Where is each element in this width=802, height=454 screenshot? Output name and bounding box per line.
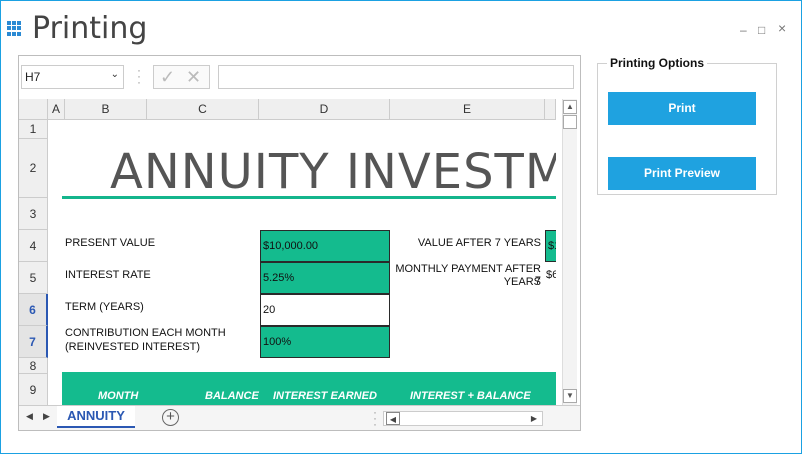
title-underline (62, 196, 556, 199)
col-header-d[interactable]: D (259, 99, 390, 120)
present-value-label: PRESENT VALUE (65, 237, 156, 249)
row-header-2[interactable]: 2 (19, 139, 48, 198)
monthly-payment-cell[interactable]: $6 (546, 269, 556, 281)
contribution-label-line2: (REINVESTED INTEREST) (65, 341, 201, 353)
sheet-title: ANNUITY INVESTMENT (110, 144, 556, 200)
row-header-7[interactable]: 7 (19, 326, 48, 358)
cancel-x-icon[interactable]: ✕ (186, 67, 201, 88)
col-header-e[interactable]: E (390, 99, 545, 120)
monthly-payment-label-line2: YEARS (503, 276, 541, 288)
toolbar-separator: · · · (137, 63, 141, 89)
row-header-3[interactable]: 3 (19, 198, 48, 230)
print-preview-button[interactable]: Print Preview (608, 157, 756, 190)
scroll-up-icon[interactable]: ▲ (563, 100, 577, 114)
row-header-1[interactable]: 1 (19, 120, 48, 139)
print-button[interactable]: Print (608, 92, 756, 125)
tab-next-icon[interactable]: ▶ (43, 411, 50, 422)
tab-splitter[interactable]: · · · (373, 406, 377, 430)
value-after-label: VALUE AFTER 7 YEARS (417, 237, 541, 249)
add-sheet-icon[interactable]: + (162, 409, 179, 426)
col-month-header: MONTH (98, 390, 139, 402)
row-header-8[interactable]: 8 (19, 358, 48, 374)
col-interest-balance-header: INTEREST + BALANCE (410, 390, 531, 402)
name-box-value: H7 (25, 70, 41, 84)
vertical-scrollbar[interactable]: ▲ ▼ (562, 99, 577, 405)
col-header-c[interactable]: C (147, 99, 259, 120)
formula-input[interactable] (218, 65, 574, 89)
col-header-f[interactable] (545, 99, 556, 120)
scroll-down-icon[interactable]: ▼ (563, 389, 577, 403)
confirm-check-icon[interactable]: ✓ (160, 67, 175, 88)
col-balance-header: BALANCE (205, 390, 259, 402)
row-header-5[interactable]: 5 (19, 262, 48, 294)
contribution-label-line1: CONTRIBUTION EACH MONTH (65, 327, 226, 339)
sheet-tab-bar: ◀ ▶ ANNUITY + · · · ◀ ▶ (19, 405, 580, 430)
row-header-6[interactable]: 6 (19, 294, 48, 326)
scroll-thumb[interactable] (563, 115, 577, 129)
term-label: TERM (YEARS) (65, 301, 144, 313)
col-header-b[interactable]: B (65, 99, 147, 120)
close-icon[interactable]: × (778, 20, 786, 36)
window-title: Printing (32, 11, 148, 46)
row-header-4[interactable]: 4 (19, 230, 48, 262)
col-interest-earned-header: INTEREST EARNED (273, 390, 377, 402)
tab-prev-icon[interactable]: ◀ (26, 411, 33, 422)
cell-grid[interactable]: ANNUITY INVESTMENT PRESENT VALUE $10,000… (48, 120, 556, 406)
term-cell[interactable]: 20 (260, 294, 390, 326)
contribution-cell[interactable]: 100% (260, 326, 390, 358)
col-header-a[interactable]: A (48, 99, 65, 120)
table-header-row: MONTH BALANCE INTEREST EARNED INTEREST +… (62, 372, 556, 406)
app-grid-icon (7, 21, 22, 36)
scroll-right-icon[interactable]: ▶ (527, 412, 541, 425)
select-all-corner[interactable] (19, 99, 48, 120)
interest-rate-cell[interactable]: 5.25% (260, 262, 390, 294)
minimize-icon[interactable]: – (740, 23, 747, 37)
printing-options-title: Printing Options (607, 56, 707, 70)
chevron-down-icon[interactable]: ⌄ (111, 69, 119, 80)
scroll-left-icon[interactable]: ◀ (386, 412, 400, 425)
present-value-cell[interactable]: $10,000.00 (260, 230, 390, 262)
printing-window: Printing – □ × H7 ⌄ · · · ✓ ✕ A B C D E 1 … (0, 0, 802, 454)
spreadsheet: H7 ⌄ · · · ✓ ✕ A B C D E 1 2 3 4 5 6 7 8 9… (18, 55, 581, 431)
tab-annuity[interactable]: ANNUITY (57, 406, 135, 428)
maximize-icon[interactable]: □ (758, 23, 765, 37)
interest-rate-label: INTEREST RATE (65, 269, 151, 281)
value-after-cell[interactable]: $1 (545, 230, 556, 262)
formula-action-buttons: ✓ ✕ (153, 65, 210, 89)
horizontal-scrollbar[interactable]: ◀ ▶ (383, 411, 543, 426)
name-box[interactable]: H7 ⌄ (21, 65, 124, 89)
row-header-9[interactable]: 9 (19, 374, 48, 406)
